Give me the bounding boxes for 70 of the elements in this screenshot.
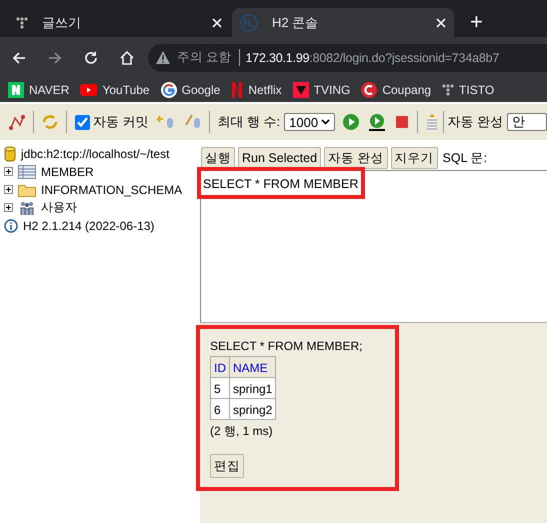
sql-editor[interactable]: SELECT * FROM MEMBER — [200, 170, 547, 323]
query-button[interactable]: 실행 — [201, 147, 235, 169]
bookmark[interactable]: TVING — [292, 82, 350, 98]
dots-icon — [442, 83, 454, 97]
back-icon[interactable] — [11, 50, 27, 66]
h2-logo-icon — [240, 14, 258, 32]
bookmark[interactable]: Netflix — [231, 82, 282, 98]
query-button[interactable]: 자동 완성 — [324, 147, 388, 169]
sql-label: SQL 문: — [442, 150, 488, 166]
expand-icon[interactable] — [4, 203, 13, 212]
query-button[interactable]: 지우기 — [390, 147, 438, 169]
version-label: H2 2.1.214 (2022-06-13) — [23, 218, 154, 232]
stop-icon[interactable] — [394, 113, 410, 131]
run-selected-icon[interactable] — [366, 113, 387, 131]
close-icon — [436, 18, 446, 28]
run-icon[interactable] — [342, 113, 360, 131]
max-rows-label: 최대 행 수: — [217, 113, 280, 131]
tree-item[interactable]: jdbc:h2:tcp://localhost/~/test — [21, 146, 170, 160]
n-logo-icon — [231, 82, 244, 98]
column-header[interactable]: NAME — [230, 356, 276, 378]
table-cell: 5 — [210, 378, 230, 398]
autocomplete-label: 자동 완성 — [447, 113, 503, 131]
c-logo-icon — [361, 82, 378, 98]
disconnect-icon[interactable] — [8, 113, 26, 131]
info-icon — [4, 218, 18, 232]
bookmark[interactable]: NAVER — [8, 82, 70, 98]
n-logo-icon — [8, 82, 24, 98]
sql-text: SELECT * FROM MEMBER — [203, 177, 358, 191]
result-statement: SELECT * FROM MEMBER; — [210, 339, 364, 353]
table-cell: spring2 — [230, 398, 276, 420]
query-button[interactable]: Run Selected — [238, 147, 322, 169]
caret-icon — [320, 119, 330, 125]
table-cell: spring1 — [230, 378, 276, 398]
max-rows-select[interactable]: 1000 — [284, 113, 335, 131]
bookmark[interactable]: Google — [160, 82, 220, 98]
url-path: :8082/login.do?jsessionid=734a8b7 — [309, 50, 500, 64]
table-cell: 6 — [210, 398, 230, 420]
edit-button[interactable]: 편집 — [210, 454, 244, 478]
database-icon — [4, 146, 16, 162]
auto-commit-label: 자동 커밋 — [92, 113, 148, 131]
column-header[interactable]: ID — [210, 356, 230, 378]
reload-icon[interactable] — [83, 50, 99, 66]
browser-tab[interactable]: 글쓰기 — [8, 8, 230, 37]
users-icon — [18, 200, 36, 216]
url-host: 172.30.1.99 — [245, 50, 310, 64]
auto-commit-checkbox[interactable] — [74, 114, 90, 130]
home-icon[interactable] — [119, 50, 135, 66]
bookmark[interactable]: TISTO — [442, 83, 494, 97]
security-label: 주의 요함 — [177, 49, 240, 66]
dots-icon — [16, 16, 28, 30]
autocomplete-select[interactable]: 안 — [506, 113, 547, 131]
warning-icon — [156, 51, 170, 64]
expand-icon[interactable] — [4, 185, 13, 194]
result-summary: (2 행, 1 ms) — [210, 423, 274, 440]
close-icon — [212, 18, 222, 28]
address-bar[interactable]: 주의 요함 172.30.1.99:8082/login.do?jsessionid=734a8b7 — [148, 44, 547, 72]
new-tab-button[interactable]: + — [470, 11, 483, 33]
tree-item[interactable]: INFORMATION_SCHEMA — [41, 182, 182, 196]
t-logo-icon — [292, 82, 309, 98]
bookmark[interactable]: YouTube — [80, 83, 150, 97]
folder-icon — [18, 182, 36, 196]
tree-item[interactable]: MEMBER — [41, 164, 94, 178]
expand-icon[interactable] — [4, 167, 13, 176]
bookmark[interactable]: Coupang — [361, 82, 432, 98]
browser-tab[interactable]: H2 콘솔 — [232, 8, 454, 37]
tree-item[interactable]: 사용자 — [41, 199, 77, 216]
table-icon — [18, 164, 36, 178]
g-logo-icon — [160, 82, 177, 98]
play-logo-icon — [80, 84, 98, 96]
forward-icon[interactable] — [47, 50, 63, 66]
